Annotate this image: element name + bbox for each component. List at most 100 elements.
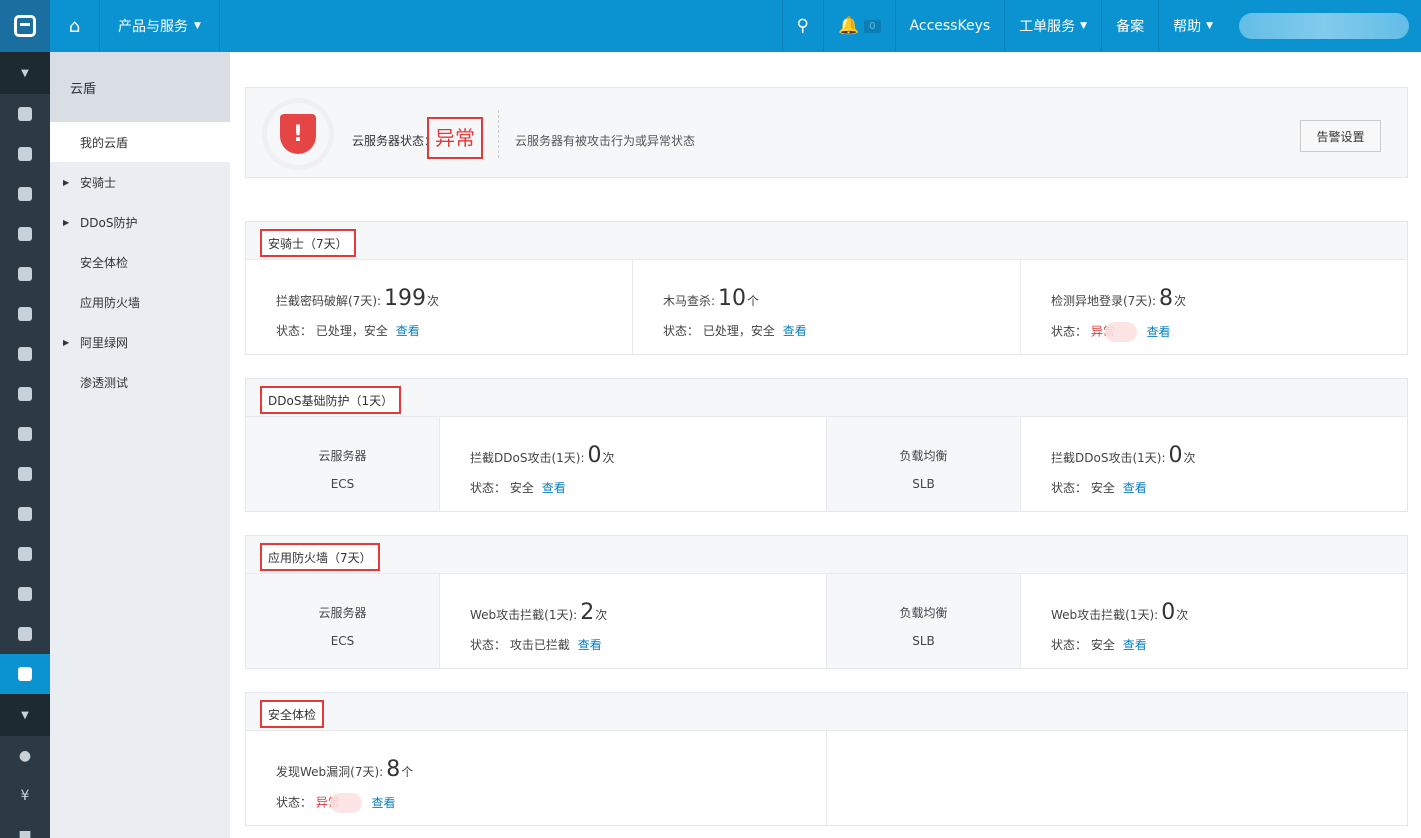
sidebar-item-security-scan[interactable]: 安全体检: [50, 242, 230, 282]
resource-code: ECS: [330, 634, 355, 648]
resource-name: 云服务器: [318, 606, 367, 620]
chevron-down-icon: ▼: [194, 21, 201, 31]
yundun-sidebar: 云盾 我的云盾 ▶ 安骑士 ▶ DDoS防护 安全体检 应用防火墙 ▶ 阿里绿网…: [50, 52, 230, 838]
metric-line: 拦截DDoS攻击(1天): 0 次: [1051, 443, 1196, 468]
cloud-monitor-product-icon[interactable]: [0, 494, 50, 534]
resource-name: 负载均衡: [899, 606, 948, 620]
view-link[interactable]: 查看: [578, 638, 602, 652]
section-title: 应用防火墙（7天）: [260, 543, 380, 571]
top-nav-bar: ⌂ 产品与服务 ▼ ⚲ 🔔 0 AccessKeys 工单服务 ▼ 备案 帮助 …: [0, 0, 1421, 52]
state-prefix: 状态：: [1051, 481, 1088, 495]
console-logo-icon[interactable]: [0, 0, 50, 52]
section-body: 云服务器 ECS Web攻击拦截(1天): 2 次 状态： 攻击已拦截 查看 负…: [246, 574, 1407, 668]
products-services-menu[interactable]: 产品与服务 ▼: [100, 0, 220, 52]
view-link[interactable]: 查看: [1147, 325, 1171, 339]
section-header: 安全体检: [246, 693, 1407, 731]
view-link[interactable]: 查看: [1123, 638, 1147, 652]
resource-code: ECS: [330, 477, 355, 491]
sidebar-item-label: 安骑士: [80, 175, 117, 190]
waf-section: 应用防火墙（7天） 云服务器 ECS Web攻击拦截(1天): 2 次 状态： …: [245, 535, 1408, 669]
metric-line: 拦截密码破解(7天): 199 次: [276, 286, 439, 311]
view-link[interactable]: 查看: [372, 796, 396, 810]
accesskeys-link[interactable]: AccessKeys: [894, 0, 1005, 52]
sidebar-item-anqishi[interactable]: ▶ 安骑士: [50, 162, 230, 202]
billing-yen-icon[interactable]: ¥: [0, 776, 50, 816]
ots-product-icon[interactable]: [0, 294, 50, 334]
section-title: 安骑士（7天）: [260, 229, 356, 257]
resource-type-cell: 云服务器 ECS: [246, 574, 440, 668]
view-link[interactable]: 查看: [396, 324, 420, 338]
state-prefix: 状态：: [470, 638, 507, 652]
collapse-toggle-icon[interactable]: ▼: [0, 52, 50, 94]
collapse-toggle-icon[interactable]: ▼: [0, 694, 50, 736]
metric-number: 10: [718, 286, 747, 311]
sidebar-item-my-yundun[interactable]: 我的云盾: [50, 122, 230, 162]
user-account-menu[interactable]: [1239, 13, 1409, 39]
sidebar-item-waf[interactable]: 应用防火墙: [50, 282, 230, 322]
security-scan-section: 安全体检 发现Web漏洞(7天): 8 个 状态： 异常 查看: [245, 692, 1408, 826]
ess-product-icon[interactable]: [0, 374, 50, 414]
ocs-product-icon[interactable]: [0, 334, 50, 374]
resource-type-cell: 负载均衡 SLB: [827, 417, 1021, 511]
metric-label: 拦截DDoS攻击(1天):: [1051, 451, 1166, 465]
database-product-icon[interactable]: [0, 534, 50, 574]
oss-product-icon[interactable]: [0, 174, 50, 214]
bell-icon: 🔔: [838, 16, 860, 36]
help-menu[interactable]: 帮助 ▼: [1158, 0, 1227, 52]
cdn-product-icon[interactable]: [0, 254, 50, 294]
view-link[interactable]: 查看: [1123, 481, 1147, 495]
metric-label: 拦截DDoS攻击(1天):: [470, 451, 585, 465]
sidebar-title: 云盾: [50, 52, 230, 122]
ecs-product-icon[interactable]: [0, 94, 50, 134]
sidebar-item-green-net[interactable]: ▶ 阿里绿网: [50, 322, 230, 362]
notification-count-badge: 0: [864, 19, 881, 33]
server-product-icon[interactable]: [0, 574, 50, 614]
metric-number: 0: [1161, 600, 1176, 625]
state-prefix: 状态：: [1051, 324, 1088, 339]
metric-line: 检测异地登录(7天): 8 次: [1051, 286, 1186, 311]
user-icon[interactable]: ●: [0, 736, 50, 776]
search-button[interactable]: ⚲: [781, 0, 823, 52]
metric-unit: 次: [602, 451, 615, 465]
metric-number: 0: [1168, 443, 1183, 468]
redacted-blur: [1104, 322, 1137, 342]
sidebar-item-label: 渗透测试: [80, 375, 129, 390]
metric-cell: Web攻击拦截(1天): 2 次 状态： 攻击已拦截 查看: [440, 574, 827, 668]
metric-cell: 拦截密码破解(7天): 199 次 状态： 已处理，安全 查看: [246, 260, 633, 354]
server-status-label: 云服务器状态：: [352, 134, 437, 148]
mqs-product-icon[interactable]: [0, 414, 50, 454]
sidebar-item-ddos[interactable]: ▶ DDoS防护: [50, 202, 230, 242]
network-product-icon[interactable]: [0, 614, 50, 654]
state-line: 状态： 攻击已拦截 查看: [470, 636, 602, 653]
view-link[interactable]: 查看: [542, 481, 566, 495]
chevron-down-icon: ▼: [1206, 21, 1213, 31]
odps-product-icon[interactable]: [0, 454, 50, 494]
beian-link[interactable]: 备案: [1101, 0, 1158, 52]
slb-product-icon[interactable]: [0, 214, 50, 254]
metric-cell: 发现Web漏洞(7天): 8 个 状态： 异常 查看: [246, 731, 827, 825]
sidebar-item-pentest[interactable]: 渗透测试: [50, 362, 230, 402]
metric-unit: 个: [401, 765, 414, 779]
resource-code: SLB: [912, 634, 935, 648]
state-value: 安全: [1090, 638, 1115, 652]
metric-unit: 个: [747, 294, 760, 308]
state-value: 安全: [1090, 481, 1115, 495]
status-divider: [498, 110, 499, 158]
redacted-blur: [329, 793, 362, 813]
metric-label: 检测异地登录(7天):: [1051, 294, 1157, 308]
notifications-button[interactable]: 🔔 0: [823, 0, 895, 52]
section-header: DDoS基础防护（1天）: [246, 379, 1407, 417]
money-bag-icon[interactable]: ■: [0, 816, 50, 838]
yundun-product-icon[interactable]: [0, 654, 50, 694]
state-prefix: 状态：: [1051, 638, 1088, 652]
view-link[interactable]: 查看: [783, 324, 807, 338]
help-label: 帮助: [1173, 19, 1202, 35]
home-icon[interactable]: ⌂: [50, 0, 100, 52]
metric-unit: 次: [1183, 451, 1196, 465]
ticket-service-menu[interactable]: 工单服务 ▼: [1004, 0, 1101, 52]
metric-cell: 木马查杀: 10 个 状态： 已处理，安全 查看: [633, 260, 1021, 354]
rds-product-icon[interactable]: [0, 134, 50, 174]
empty-cell: [827, 731, 1407, 825]
state-value: 安全: [509, 481, 534, 495]
alarm-settings-button[interactable]: 告警设置: [1300, 120, 1381, 152]
